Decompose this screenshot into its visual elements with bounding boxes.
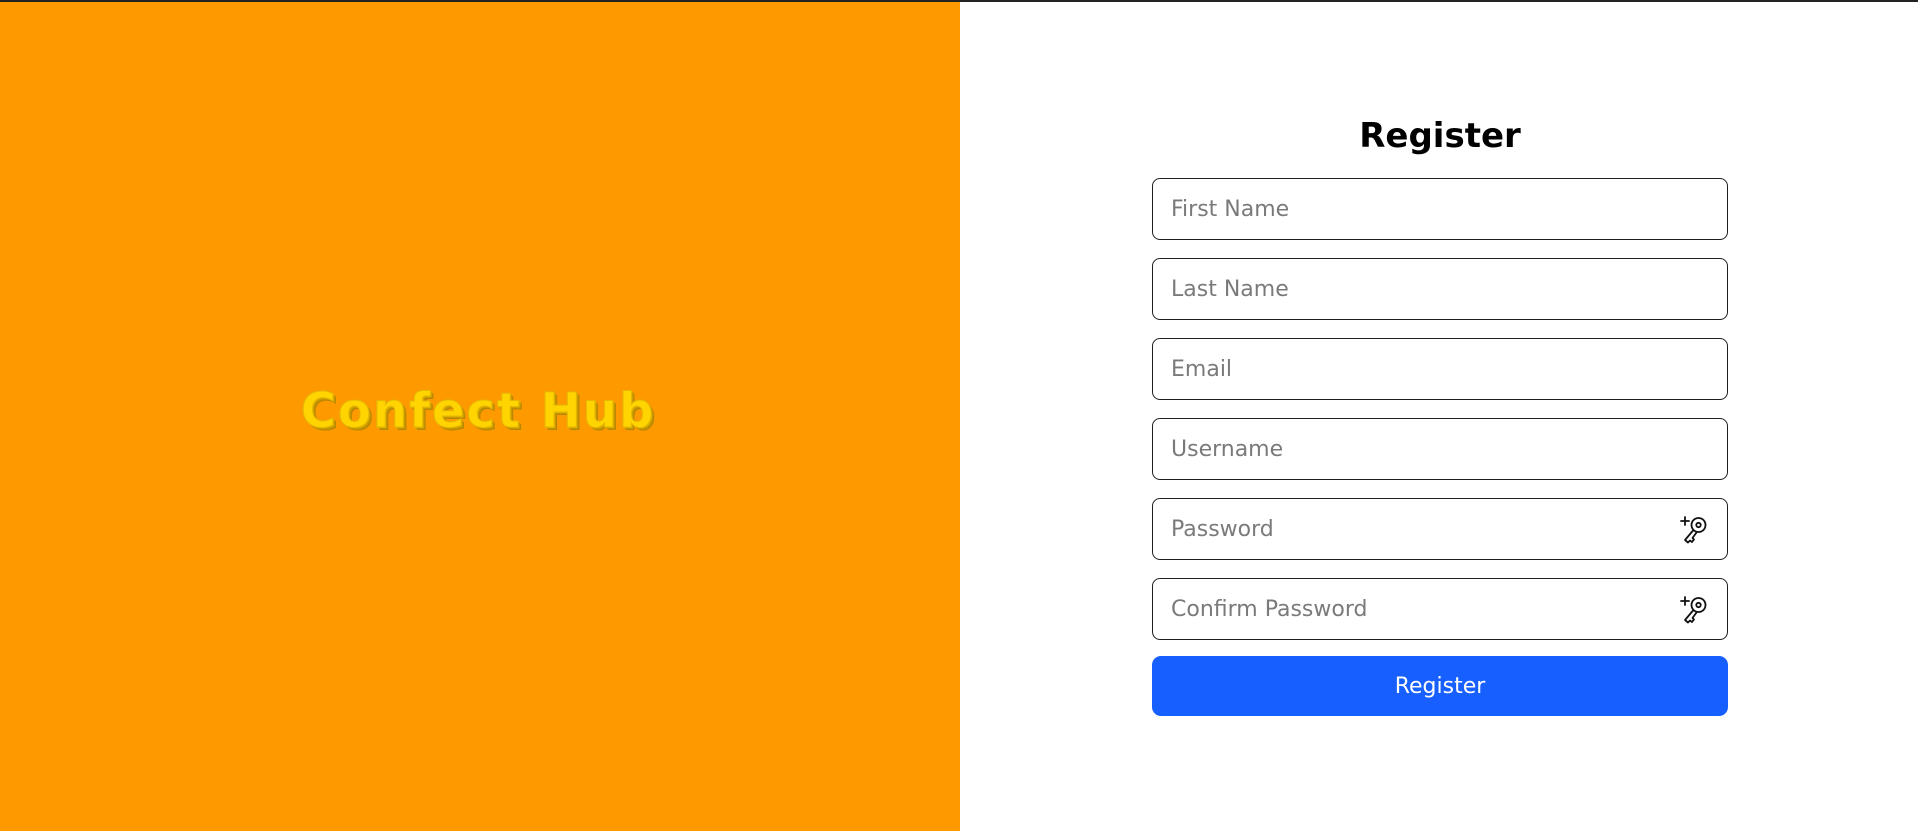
register-button[interactable]: Register [1152, 656, 1728, 716]
form-panel: Register First Name Last Name Email User… [960, 2, 1918, 831]
last-name-field [1152, 258, 1728, 320]
form-title: Register [1359, 116, 1521, 156]
username-input[interactable] [1152, 418, 1728, 480]
password-input[interactable] [1152, 498, 1728, 560]
key-plus-icon[interactable] [1680, 514, 1710, 544]
last-name-input[interactable] [1152, 258, 1728, 320]
brand-panel: Confect Hub [0, 2, 960, 831]
register-form: Register First Name Last Name Email User… [1152, 116, 1728, 716]
register-page: Confect Hub Register First Name Last Nam… [0, 0, 1918, 831]
key-plus-icon[interactable] [1680, 594, 1710, 624]
first-name-input[interactable] [1152, 178, 1728, 240]
username-field [1152, 418, 1728, 480]
email-input[interactable] [1152, 338, 1728, 400]
email-field [1152, 338, 1728, 400]
confirm-password-input[interactable] [1152, 578, 1728, 640]
confirm-password-field [1152, 578, 1728, 640]
confect-hub-logo: Confect Hub [300, 383, 656, 440]
password-field [1152, 498, 1728, 560]
first-name-field [1152, 178, 1728, 240]
